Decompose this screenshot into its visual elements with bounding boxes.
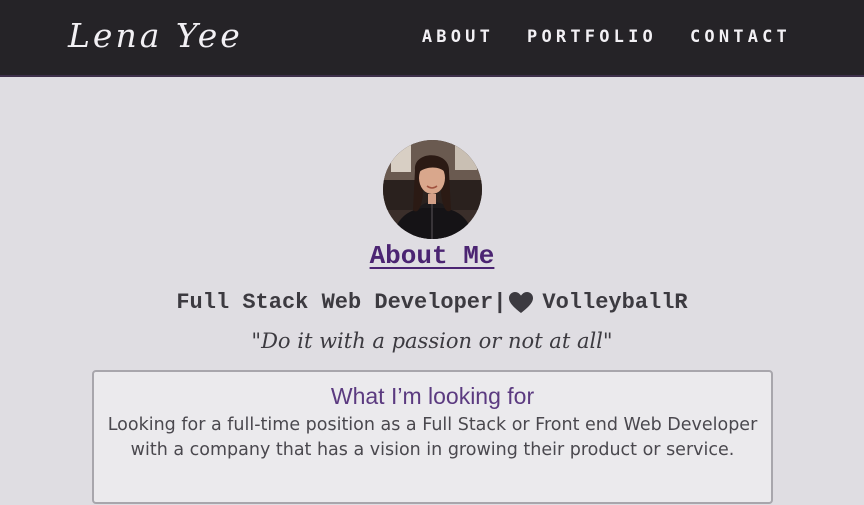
nav-link-contact[interactable]: CONTACT bbox=[690, 25, 791, 49]
avatar bbox=[383, 140, 482, 239]
nav-links: ABOUT PORTFOLIO CONTACT bbox=[422, 25, 791, 49]
looking-for-card: What I’m looking for Looking for a full-… bbox=[92, 370, 773, 504]
heart-icon bbox=[508, 291, 534, 315]
nav-link-about[interactable]: ABOUT bbox=[422, 25, 494, 49]
about-heading: About Me bbox=[0, 240, 864, 274]
navbar: Lena Yee ABOUT PORTFOLIO CONTACT bbox=[0, 0, 864, 77]
quote: "Do it with a passion or not at all" bbox=[251, 329, 613, 353]
card-title: What I’m looking for bbox=[330, 383, 535, 409]
tagline-hobby: VolleyballR bbox=[542, 290, 688, 315]
card-body: Looking for a full-time position as a Fu… bbox=[107, 415, 758, 460]
tagline: Full Stack Web Developer| VolleyballR bbox=[0, 288, 864, 318]
about-me-link[interactable]: About Me bbox=[370, 241, 495, 271]
brand-logo[interactable]: Lena Yee bbox=[68, 14, 243, 58]
avatar-image bbox=[383, 140, 482, 239]
tagline-role: Full Stack Web Developer| bbox=[176, 290, 507, 315]
nav-link-portfolio[interactable]: PORTFOLIO bbox=[527, 25, 657, 49]
